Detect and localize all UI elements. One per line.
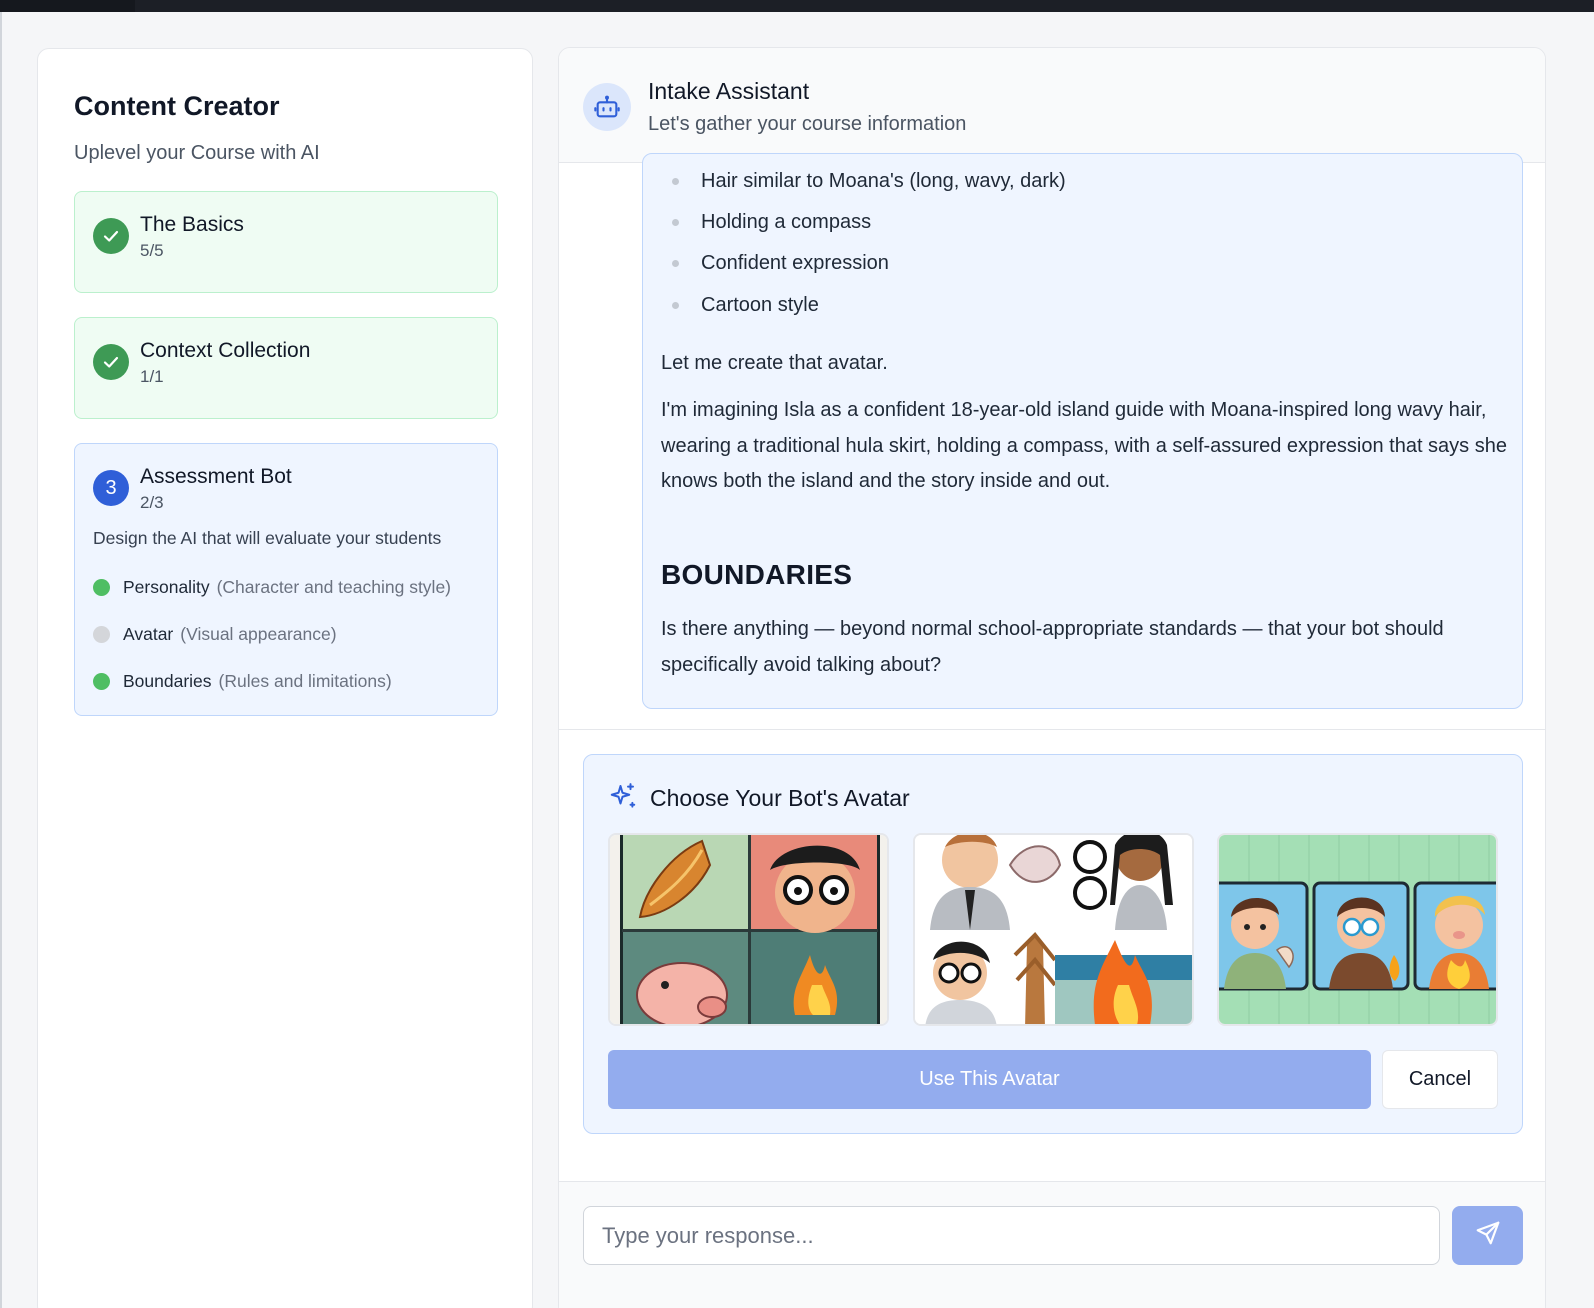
avatar-picker-header: Choose Your Bot's Avatar bbox=[608, 781, 910, 816]
progress-sidebar: Content Creator Uplevel your Course with… bbox=[37, 48, 533, 1308]
bullet-icon bbox=[672, 219, 679, 226]
substep-boundaries: Boundaries (Rules and limitations) bbox=[93, 669, 392, 693]
check-icon bbox=[93, 344, 129, 380]
step-description: Design the AI that will evaluate your st… bbox=[93, 528, 442, 548]
complete-dot-icon bbox=[93, 672, 110, 690]
list-item-text: Cartoon style bbox=[701, 294, 819, 316]
step-the-basics[interactable]: The Basics 5/5 bbox=[74, 191, 498, 293]
step-name: Context Collection bbox=[140, 339, 311, 362]
send-button[interactable] bbox=[1452, 1206, 1523, 1265]
sidebar-subtitle: Uplevel your Course with AI bbox=[74, 142, 320, 164]
step-name: The Basics bbox=[140, 213, 244, 236]
message-paragraph: Is there anything — beyond normal school… bbox=[661, 618, 1444, 676]
step-number-badge: 3 bbox=[93, 470, 129, 506]
list-item-text: Hair similar to Moana's (long, wavy, dar… bbox=[701, 170, 1066, 192]
window-edge bbox=[0, 12, 2, 1308]
avatar-option-1[interactable] bbox=[608, 833, 889, 1026]
complete-dot-icon bbox=[93, 578, 110, 596]
check-icon bbox=[93, 218, 129, 254]
bullet-icon bbox=[672, 178, 679, 185]
step-count: 1/1 bbox=[140, 367, 164, 386]
sparkles-icon bbox=[608, 781, 638, 816]
message-paragraph: Let me create that avatar. bbox=[661, 352, 888, 374]
substep-note: (Character and teaching style) bbox=[216, 576, 451, 597]
message-paragraph: I'm imagining Isla as a confident 18-yea… bbox=[661, 399, 1507, 492]
avatar-picker-title: Choose Your Bot's Avatar bbox=[650, 785, 910, 811]
list-item-text: Holding a compass bbox=[701, 211, 872, 233]
substep-avatar: Avatar (Visual appearance) bbox=[93, 622, 337, 646]
avatar-option-2[interactable] bbox=[913, 833, 1194, 1026]
pending-dot-icon bbox=[93, 625, 110, 643]
send-icon bbox=[1475, 1220, 1501, 1251]
bullet-icon bbox=[672, 260, 679, 267]
step-name: Assessment Bot bbox=[140, 465, 292, 488]
composer-bar bbox=[559, 1181, 1545, 1308]
list-item: Cartoon style bbox=[672, 294, 819, 317]
avatar-option-3[interactable] bbox=[1217, 833, 1498, 1026]
avatar-picker: Choose Your Bot's Avatar Use This Avatar… bbox=[583, 754, 1523, 1134]
list-item: Holding a compass bbox=[672, 211, 871, 234]
substep-note: (Rules and limitations) bbox=[218, 670, 392, 691]
message-scroll-area[interactable]: Hair similar to Moana's (long, wavy, dar… bbox=[559, 153, 1545, 730]
chat-panel: Intake Assistant Let's gather your cours… bbox=[558, 47, 1546, 1308]
step-count: 5/5 bbox=[140, 241, 164, 260]
cancel-button[interactable]: Cancel bbox=[1382, 1050, 1498, 1109]
section-heading: BOUNDARIES bbox=[661, 559, 853, 590]
sidebar-title: Content Creator bbox=[74, 91, 280, 121]
bullet-icon bbox=[672, 302, 679, 309]
use-avatar-button[interactable]: Use This Avatar bbox=[608, 1050, 1371, 1109]
list-item: Hair similar to Moana's (long, wavy, dar… bbox=[672, 170, 1066, 193]
step-context-collection[interactable]: Context Collection 1/1 bbox=[74, 317, 498, 419]
substep-personality: Personality (Character and teaching styl… bbox=[93, 575, 451, 599]
list-item: Confident expression bbox=[672, 252, 889, 275]
step-assessment-bot[interactable]: 3 Assessment Bot 2/3 Design the AI that … bbox=[74, 443, 498, 716]
assistant-title: Intake Assistant bbox=[648, 78, 810, 104]
top-bar bbox=[0, 0, 1594, 12]
robot-icon bbox=[583, 83, 631, 131]
substep-name: Personality bbox=[123, 576, 210, 597]
step-count: 2/3 bbox=[140, 493, 164, 512]
response-input[interactable] bbox=[583, 1206, 1440, 1265]
substep-note: (Visual appearance) bbox=[180, 623, 337, 644]
substep-name: Boundaries bbox=[123, 670, 212, 691]
substep-name: Avatar bbox=[123, 623, 174, 644]
assistant-subtitle: Let's gather your course information bbox=[648, 113, 967, 135]
chat-header: Intake Assistant Let's gather your cours… bbox=[559, 48, 1545, 163]
list-item-text: Confident expression bbox=[701, 252, 889, 274]
assistant-message: Hair similar to Moana's (long, wavy, dar… bbox=[642, 153, 1523, 709]
